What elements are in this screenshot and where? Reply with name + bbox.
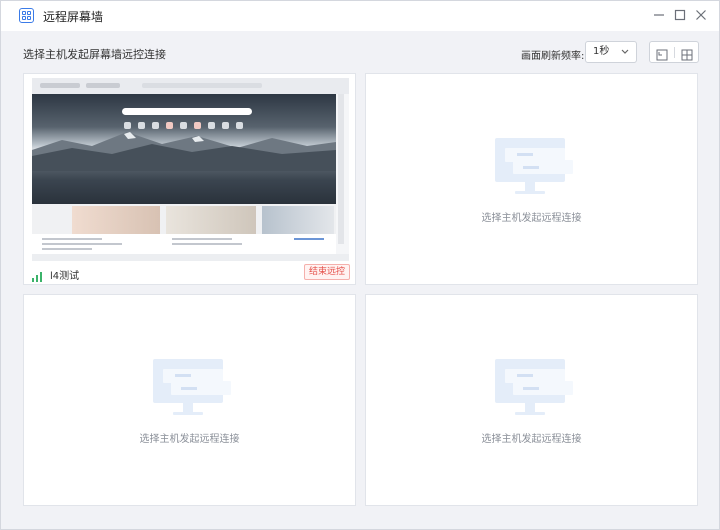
end-remote-button[interactable]: 结束远控 (304, 264, 350, 280)
remote-screen-wall-window: 远程屏幕墙 选择主机发起屏幕墙远控连接 画面刷新频率: 1秒 l4测试 结束远控… (0, 0, 720, 530)
thumbnail-wallpaper (32, 94, 336, 204)
maximize-icon[interactable] (672, 7, 688, 23)
minimize-icon[interactable] (651, 7, 667, 23)
signal-icon (32, 267, 44, 282)
single-view-icon[interactable] (656, 46, 668, 61)
screen-panel-empty[interactable]: 选择主机发起远程连接 (23, 294, 356, 506)
monitor-placeholder-icon (153, 359, 231, 415)
title-bar[interactable]: 远程屏幕墙 (1, 1, 719, 31)
close-icon[interactable] (693, 7, 709, 23)
thumbnail-browser-bar (32, 78, 349, 94)
toolbar-instruction: 选择主机发起屏幕墙远控连接 (23, 48, 166, 61)
screen-panel-active[interactable]: l4测试 结束远控 (23, 73, 356, 285)
grid-view-icon[interactable] (681, 46, 693, 61)
remote-screen-thumbnail[interactable] (32, 78, 349, 261)
refresh-rate-select[interactable]: 1秒 (585, 41, 637, 63)
window-title: 远程屏幕墙 (43, 10, 104, 24)
view-divider (674, 47, 675, 58)
empty-placeholder-text: 选择主机发起远程连接 (481, 434, 582, 445)
refresh-rate-label: 画面刷新频率: (521, 51, 585, 62)
thumbnail-taskbar (32, 254, 349, 261)
empty-placeholder-text: 选择主机发起远程连接 (139, 434, 240, 445)
screen-panel-empty[interactable]: 选择主机发起远程连接 (365, 294, 698, 506)
monitor-placeholder-icon (495, 138, 573, 194)
host-name: l4测试 (50, 271, 80, 282)
screen-panel-empty[interactable]: 选择主机发起远程连接 (365, 73, 698, 285)
refresh-rate-value: 1秒 (593, 46, 610, 57)
monitor-placeholder-icon (495, 359, 573, 415)
screen-wall-icon (19, 8, 34, 23)
view-mode-group (649, 41, 699, 63)
chevron-down-icon (620, 42, 630, 70)
empty-placeholder-text: 选择主机发起远程连接 (481, 213, 582, 224)
